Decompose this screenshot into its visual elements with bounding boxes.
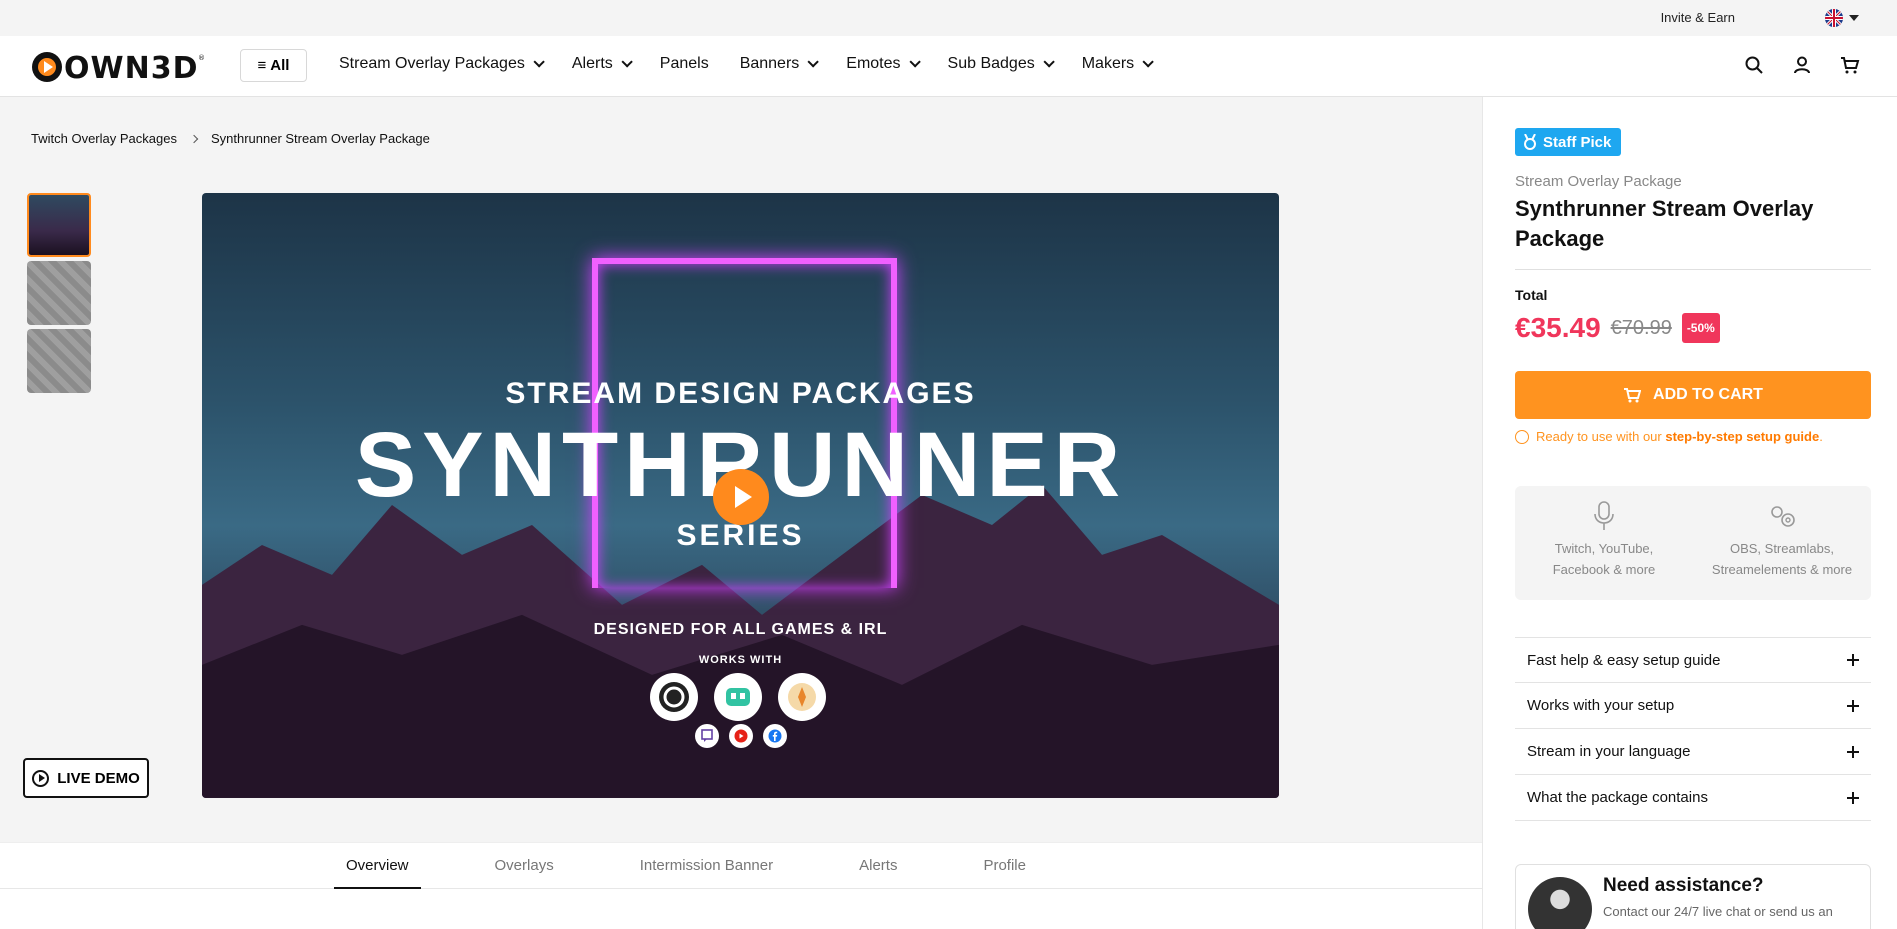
- main-nav: Stream Overlay Packages Alerts Panels Ba…: [339, 55, 1181, 73]
- setup-guide-note: Ready to use with our step-by-step setup…: [1515, 429, 1823, 444]
- live-demo-button[interactable]: LIVE DEMO: [23, 758, 149, 798]
- obs-icon: [650, 673, 698, 721]
- hero-works-with: WORKS WITH: [698, 654, 783, 666]
- facebook-icon: [763, 724, 787, 748]
- header-icons: [1743, 54, 1861, 76]
- accordion-stream-language[interactable]: Stream in your language: [1515, 729, 1871, 775]
- invite-earn-link[interactable]: Invite & Earn: [1661, 10, 1735, 25]
- streamlabs-icon: [714, 673, 762, 721]
- nav-sub-badges[interactable]: Sub Badges: [948, 55, 1055, 73]
- tab-profile[interactable]: Profile: [971, 843, 1038, 889]
- nav-makers[interactable]: Makers: [1082, 55, 1154, 73]
- thumbnail-1[interactable]: [27, 193, 91, 257]
- main-header: OWN3D ® ≡ All Stream Overlay Packages Al…: [0, 36, 1897, 97]
- tab-intermission-banner[interactable]: Intermission Banner: [628, 843, 785, 889]
- product-hero-image: STREAM DESIGN PACKAGES SYNTHRUNNER SERIE…: [202, 193, 1279, 798]
- medal-icon: [1524, 134, 1536, 150]
- play-icon: [735, 486, 752, 508]
- product-category: Stream Overlay Package: [1515, 173, 1682, 190]
- compat-software: OBS, Streamlabs, Streamelements & more: [1702, 500, 1862, 600]
- add-to-cart-button[interactable]: ADD TO CART: [1515, 371, 1871, 419]
- assistance-card: Need assistance? Contact our 24/7 live c…: [1515, 864, 1871, 929]
- setup-guide-link[interactable]: step-by-step setup guide: [1665, 429, 1819, 444]
- own3d-logo[interactable]: OWN3D ®: [30, 50, 206, 84]
- price-current: €35.49: [1515, 312, 1601, 343]
- streamelements-icon: [778, 673, 826, 721]
- plus-icon: [1847, 699, 1859, 712]
- chevron-down-icon: [1142, 56, 1154, 68]
- nav-alerts[interactable]: Alerts: [572, 55, 633, 73]
- chevron-down-icon: [807, 56, 820, 68]
- plus-icon: [1847, 791, 1859, 804]
- thumbnail-2[interactable]: [27, 261, 91, 325]
- assistance-title: Need assistance?: [1603, 875, 1764, 896]
- hero-designed-text: DESIGNED FOR ALL GAMES & IRL: [593, 621, 888, 638]
- accordion-package-contents[interactable]: What the package contains: [1515, 775, 1871, 821]
- chevron-down-icon: [908, 56, 921, 68]
- product-title: Synthrunner Stream Overlay Package: [1515, 196, 1814, 251]
- svg-text:®: ®: [198, 54, 205, 62]
- play-video-button[interactable]: [713, 469, 769, 525]
- compat-platforms: Twitch, YouTube, Facebook & more: [1524, 500, 1684, 600]
- uk-flag-icon: [1825, 9, 1843, 27]
- cart-icon[interactable]: [1839, 54, 1861, 76]
- top-utility-bar: Invite & Earn: [0, 0, 1897, 36]
- info-accordion: Fast help & easy setup guide Works with …: [1515, 637, 1871, 821]
- compatibility-box: Twitch, YouTube, Facebook & more OBS, St…: [1515, 486, 1871, 600]
- discount-badge: -50%: [1681, 313, 1720, 343]
- twitch-icon: [695, 724, 719, 748]
- search-icon[interactable]: [1743, 54, 1765, 76]
- play-circle-icon: [32, 769, 50, 787]
- assistance-text: Contact our 24/7 live chat or send us an: [1603, 904, 1833, 919]
- section-tabs-bar: Overview Overlays Intermission Banner Al…: [0, 842, 1482, 929]
- tab-alerts[interactable]: Alerts: [847, 843, 909, 889]
- price-original: €70.99: [1610, 316, 1672, 339]
- staff-pick-badge: Staff Pick: [1515, 128, 1622, 156]
- chevron-down-icon: [1849, 15, 1859, 21]
- thumbnail-3[interactable]: [27, 329, 91, 393]
- breadcrumb: Twitch Overlay Packages Synthrunner Stre…: [31, 131, 430, 146]
- account-icon[interactable]: [1791, 54, 1813, 76]
- product-panel: Staff Pick Stream Overlay Package Synthr…: [1482, 97, 1897, 929]
- youtube-icon: [729, 724, 753, 748]
- hero-subtitle: STREAM DESIGN PACKAGES: [505, 377, 976, 410]
- language-selector[interactable]: [1825, 9, 1859, 27]
- tab-overlays[interactable]: Overlays: [483, 843, 566, 889]
- chevron-down-icon: [621, 56, 633, 68]
- thumbnail-list: [27, 193, 91, 393]
- nav-emotes[interactable]: Emotes: [846, 55, 921, 73]
- support-avatar: [1528, 877, 1592, 929]
- chevron-down-icon: [1043, 56, 1055, 68]
- software-logos: [650, 673, 826, 721]
- nav-panels[interactable]: Panels: [660, 55, 709, 73]
- platform-logos: [695, 724, 787, 748]
- tab-overview[interactable]: Overview: [334, 843, 421, 889]
- breadcrumb-current: Synthrunner Stream Overlay Package: [210, 131, 430, 146]
- breadcrumb-parent[interactable]: Twitch Overlay Packages: [31, 131, 177, 146]
- section-tabs: Overview Overlays Intermission Banner Al…: [334, 843, 1100, 889]
- all-menu-button[interactable]: ≡ All: [240, 49, 307, 82]
- accordion-fast-help[interactable]: Fast help & easy setup guide: [1515, 637, 1871, 683]
- menu-icon: ≡: [257, 57, 267, 74]
- clock-icon: [1515, 429, 1529, 444]
- plus-icon: [1847, 745, 1859, 758]
- microphone-icon: [1524, 500, 1684, 532]
- logo-text: OWN3D: [64, 51, 198, 84]
- accordion-works-with-setup[interactable]: Works with your setup: [1515, 683, 1871, 729]
- gears-icon: [1702, 500, 1862, 532]
- chevron-down-icon: [533, 56, 545, 68]
- nav-stream-overlay-packages[interactable]: Stream Overlay Packages: [339, 55, 545, 73]
- price-row: €35.49 €70.99 -50%: [1515, 312, 1720, 344]
- plus-icon: [1847, 654, 1859, 666]
- total-label: Total: [1515, 287, 1548, 303]
- chevron-right-icon: [189, 134, 199, 143]
- cart-icon: [1624, 388, 1642, 403]
- nav-banners[interactable]: Banners: [740, 55, 820, 73]
